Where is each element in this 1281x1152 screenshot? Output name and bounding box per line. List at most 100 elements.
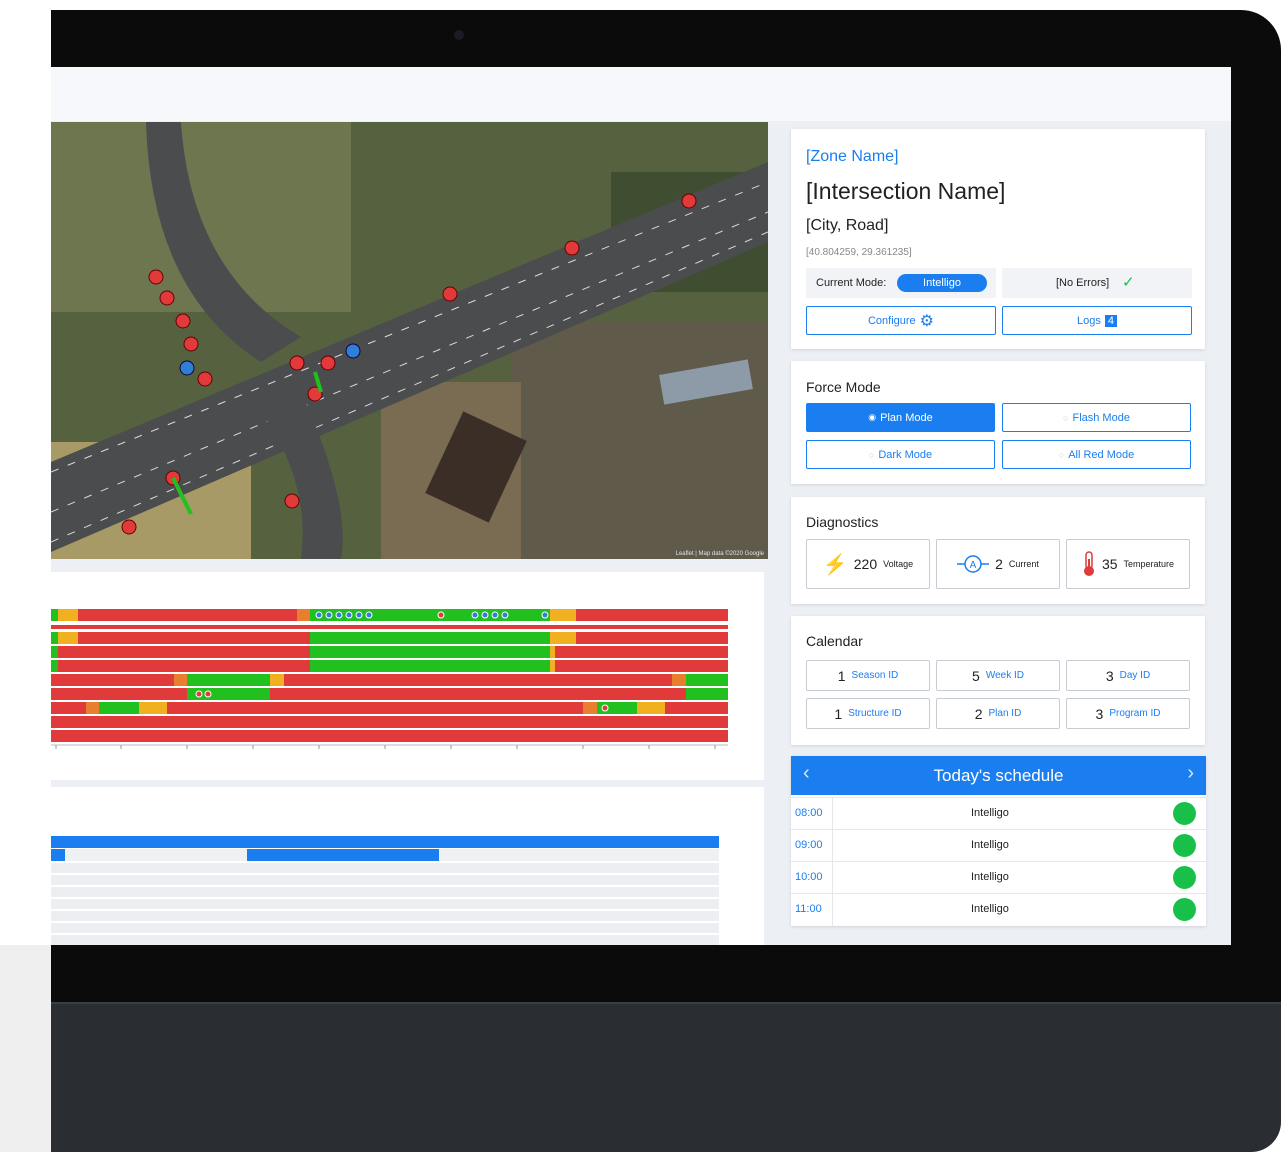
schedule-row[interactable]: 09:00 Intelligo [791,829,1206,862]
zone-name[interactable]: [Zone Name] [806,148,898,166]
schedule-mode: Intelligo [971,903,1009,915]
week-id-value: 5 [972,667,980,684]
phase-row [51,674,728,686]
diagnostics-title: Diagnostics [806,514,879,530]
schedule-time: 10:00 [795,871,823,883]
force-mode-title: Force Mode [806,379,881,395]
laptop-base [51,1002,1281,1152]
schedule-title: Today's schedule [933,766,1064,785]
program-id-label: Program ID [1109,708,1161,719]
schedule-row[interactable]: 11:00 Intelligo [791,893,1206,926]
intersection-name: [Intersection Name] [806,178,1006,204]
camera-icon [454,30,464,40]
plan-gantt [51,787,764,945]
map-canvas[interactable] [51,122,768,559]
phase-row [51,688,728,700]
structure-id-label: Structure ID [848,708,902,719]
schedule-mode: Intelligo [971,807,1009,819]
season-id-label: Season ID [851,670,899,681]
schedule-row[interactable]: 10:00 Intelligo [791,861,1206,894]
status-dot-icon [1173,802,1196,825]
day-id-tile: 3 Day ID [1066,660,1190,691]
configure-label: Configure [867,314,916,327]
configure-button[interactable]: Configure ⚙ [806,306,996,335]
phase-row [51,730,728,742]
force-mode-panel: Force Mode ◉ Plan Mode ○ Flash Mode ○ Da… [791,361,1205,484]
gear-icon: ⚙ [919,312,935,330]
phase-row [51,702,728,714]
schedule-row[interactable]: 08:00 Intelligo [791,797,1206,830]
status-dot-icon [1173,866,1196,889]
current-label: Current [1008,559,1039,569]
structure-id-tile: 1 Structure ID [806,698,930,729]
logs-button[interactable]: Logs 4 [1002,306,1192,335]
radio-icon: ○ [1063,412,1069,423]
schedule-header: ‹ Today's schedule › [791,756,1206,795]
logs-count-badge: 4 [1104,314,1117,327]
season-id-value: 1 [837,667,846,684]
error-status-text: [No Errors] [1056,277,1110,289]
voltage-tile: ⚡ 220 Voltage [806,539,930,589]
diagnostics-panel: Diagnostics ⚡ 220 Voltage A 2 Current 35… [791,497,1205,604]
flash-mode-label: Flash Mode [1072,411,1130,424]
schedule-time: 09:00 [795,839,823,851]
radio-icon: ○ [868,449,875,460]
flash-mode-button[interactable]: ○ Flash Mode [1002,403,1191,432]
calendar-title: Calendar [806,633,863,649]
current-mode-badge: Intelligo [897,274,987,292]
schedule-panel: ‹ Today's schedule › 08:00 Intelligo 09:… [791,756,1206,926]
desk-surface [0,945,51,1152]
current-mode-box: Current Mode: Intelligo [806,268,996,298]
schedule-mode: Intelligo [971,839,1009,851]
status-dot-icon [1173,834,1196,857]
program-id-value: 3 [1095,705,1104,722]
plan-mode-button[interactable]: ◉ Plan Mode [806,403,995,432]
thermometer-icon [1083,551,1094,576]
radio-icon: ○ [1058,449,1065,460]
schedule-time: 11:00 [795,903,822,915]
laptop-hinge [51,1002,1281,1004]
zone-panel: [Zone Name] [Intersection Name] [City, R… [791,129,1205,349]
all-red-mode-label: All Red Mode [1068,448,1135,461]
plan-id-tile: 2 Plan ID [936,698,1060,729]
logs-label: Logs [1077,314,1101,327]
week-id-tile: 5 Week ID [936,660,1060,691]
current-tile: A 2 Current [936,539,1060,589]
phase-row [51,609,728,621]
map-attribution[interactable]: Leaflet | Map data ©2020 Google [676,551,764,557]
temperature-label: Temperature [1123,559,1175,569]
temperature-value: 35 [1101,556,1118,572]
all-red-mode-button[interactable]: ○ All Red Mode [1002,440,1191,469]
temperature-tile: 35 Temperature [1066,539,1190,589]
day-id-value: 3 [1105,667,1114,684]
signal-timeline-chart [51,609,728,749]
plan-mode-label: Plan Mode [880,411,933,424]
chevron-right-icon[interactable]: › [1187,762,1194,785]
lightning-icon: ⚡ [822,553,848,576]
ammeter-icon: A [957,555,990,573]
phase-row [51,646,728,658]
location-text: [City, Road] [806,217,889,234]
schedule-mode: Intelligo [971,871,1009,883]
phase-row [51,632,728,644]
status-dot-icon [1173,898,1196,921]
day-id-label: Day ID [1119,670,1151,681]
satellite-map[interactable]: Leaflet | Map data ©2020 Google [51,122,768,559]
phase-row [51,660,728,672]
svg-text:A: A [970,560,977,571]
coordinates-text: [40.804259, 29.361235] [806,247,912,258]
plan-gantt-chart [51,836,719,945]
app-screen: Leaflet | Map data ©2020 Google [Zone Na… [51,67,1231,945]
week-id-label: Week ID [985,670,1024,681]
schedule-time: 08:00 [795,807,823,819]
dark-mode-button[interactable]: ○ Dark Mode [806,440,995,469]
plan-id-label: Plan ID [988,708,1022,719]
error-status-box: [No Errors] ✓ [1002,268,1192,298]
voltage-value: 220 [853,556,878,572]
season-id-tile: 1 Season ID [806,660,930,691]
signal-timeline [51,572,764,780]
current-value: 2 [995,556,1003,572]
voltage-label: Voltage [883,559,914,569]
phase-row [51,716,728,728]
current-mode-label: Current Mode: [816,277,887,289]
